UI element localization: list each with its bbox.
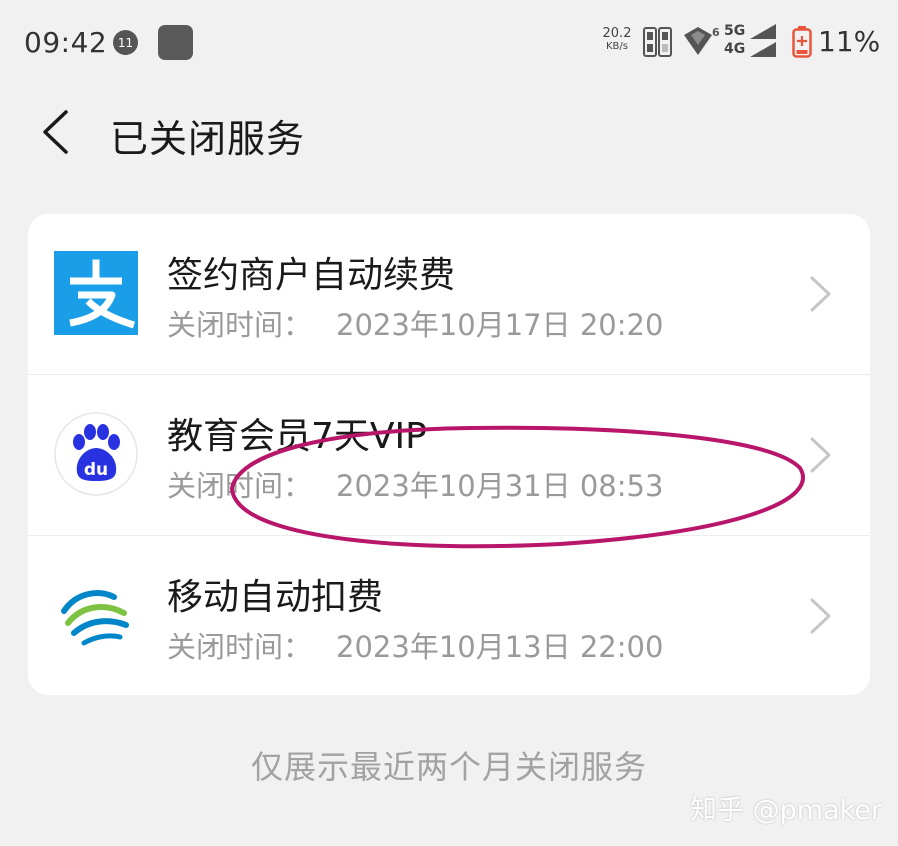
chevron-right-icon [810, 437, 831, 473]
service-title: 签约商户自动续费 [167, 255, 456, 296]
header: 已关闭服务 [0, 88, 898, 178]
service-row-baidu[interactable]: du 教育会员7天VIP 关闭时间： 2023年10月31日 08:53 [28, 374, 870, 534]
baidu-du-text: du [84, 460, 108, 480]
network-type-bottom: 4G [724, 41, 746, 57]
service-title: 移动自动扣费 [167, 577, 384, 618]
service-closed-time: 关闭时间： 2023年10月17日 20:20 [167, 302, 663, 344]
page-title: 已关闭服务 [110, 117, 306, 161]
status-bar: 09:42 11 20.2 KB/s 6 5G 4G 11% [0, 0, 898, 84]
service-closed-time: 关闭时间： 2023年10月13日 22:00 [167, 624, 663, 666]
service-row-china-mobile[interactable]: 移动自动扣费 关闭时间： 2023年10月13日 22:00 [28, 535, 870, 695]
closed-time-value: 2023年10月17日 20:20 [336, 308, 664, 342]
battery-percent: 11% [818, 25, 881, 58]
network-type-top: 5G [724, 23, 746, 39]
chevron-right-icon [810, 276, 831, 312]
watermark: 知乎 @pmaker [690, 795, 882, 826]
chevron-right-icon [810, 598, 831, 634]
closed-services-list: 签约商户自动续费 关闭时间： 2023年10月17日 20:20 du 教育会员7… [28, 214, 870, 695]
battery-icon [792, 26, 812, 58]
app-notification-icon [158, 25, 193, 60]
closed-time-value: 2023年10月31日 08:53 [336, 469, 664, 503]
footer-note: 仅展示最近两个月关闭服务 [250, 748, 647, 786]
closed-time-label: 关闭时间： [167, 308, 313, 342]
network-speed: 20.2 KB/s [600, 27, 634, 53]
wifi-badge: 6 [712, 26, 720, 39]
wifi-icon: 6 [684, 26, 720, 55]
signal-icon [750, 24, 776, 57]
network-speed-value: 20.2 [602, 26, 632, 41]
back-arrow-icon [43, 110, 68, 154]
alipay-icon [54, 251, 138, 335]
china-mobile-icon [60, 579, 132, 651]
service-closed-time: 关闭时间： 2023年10月31日 08:53 [167, 463, 663, 505]
back-button[interactable] [30, 104, 80, 160]
notification-count-badge: 11 [113, 30, 138, 55]
service-row-alipay[interactable]: 签约商户自动续费 关闭时间： 2023年10月17日 20:20 [28, 214, 870, 374]
baidu-icon: du [54, 412, 138, 496]
mobile-network: 5G 4G [724, 24, 780, 60]
service-title: 教育会员7天VIP [167, 416, 427, 457]
closed-time-label: 关闭时间： [167, 630, 313, 664]
network-speed-unit: KB/s [606, 41, 628, 52]
closed-time-label: 关闭时间： [167, 469, 313, 503]
status-time: 09:42 [24, 26, 108, 59]
dual-sim-icon [643, 27, 672, 57]
closed-time-value: 2023年10月13日 22:00 [336, 630, 664, 664]
page: 09:42 11 20.2 KB/s 6 5G 4G 11% 已关闭服务 签约商… [0, 0, 898, 846]
